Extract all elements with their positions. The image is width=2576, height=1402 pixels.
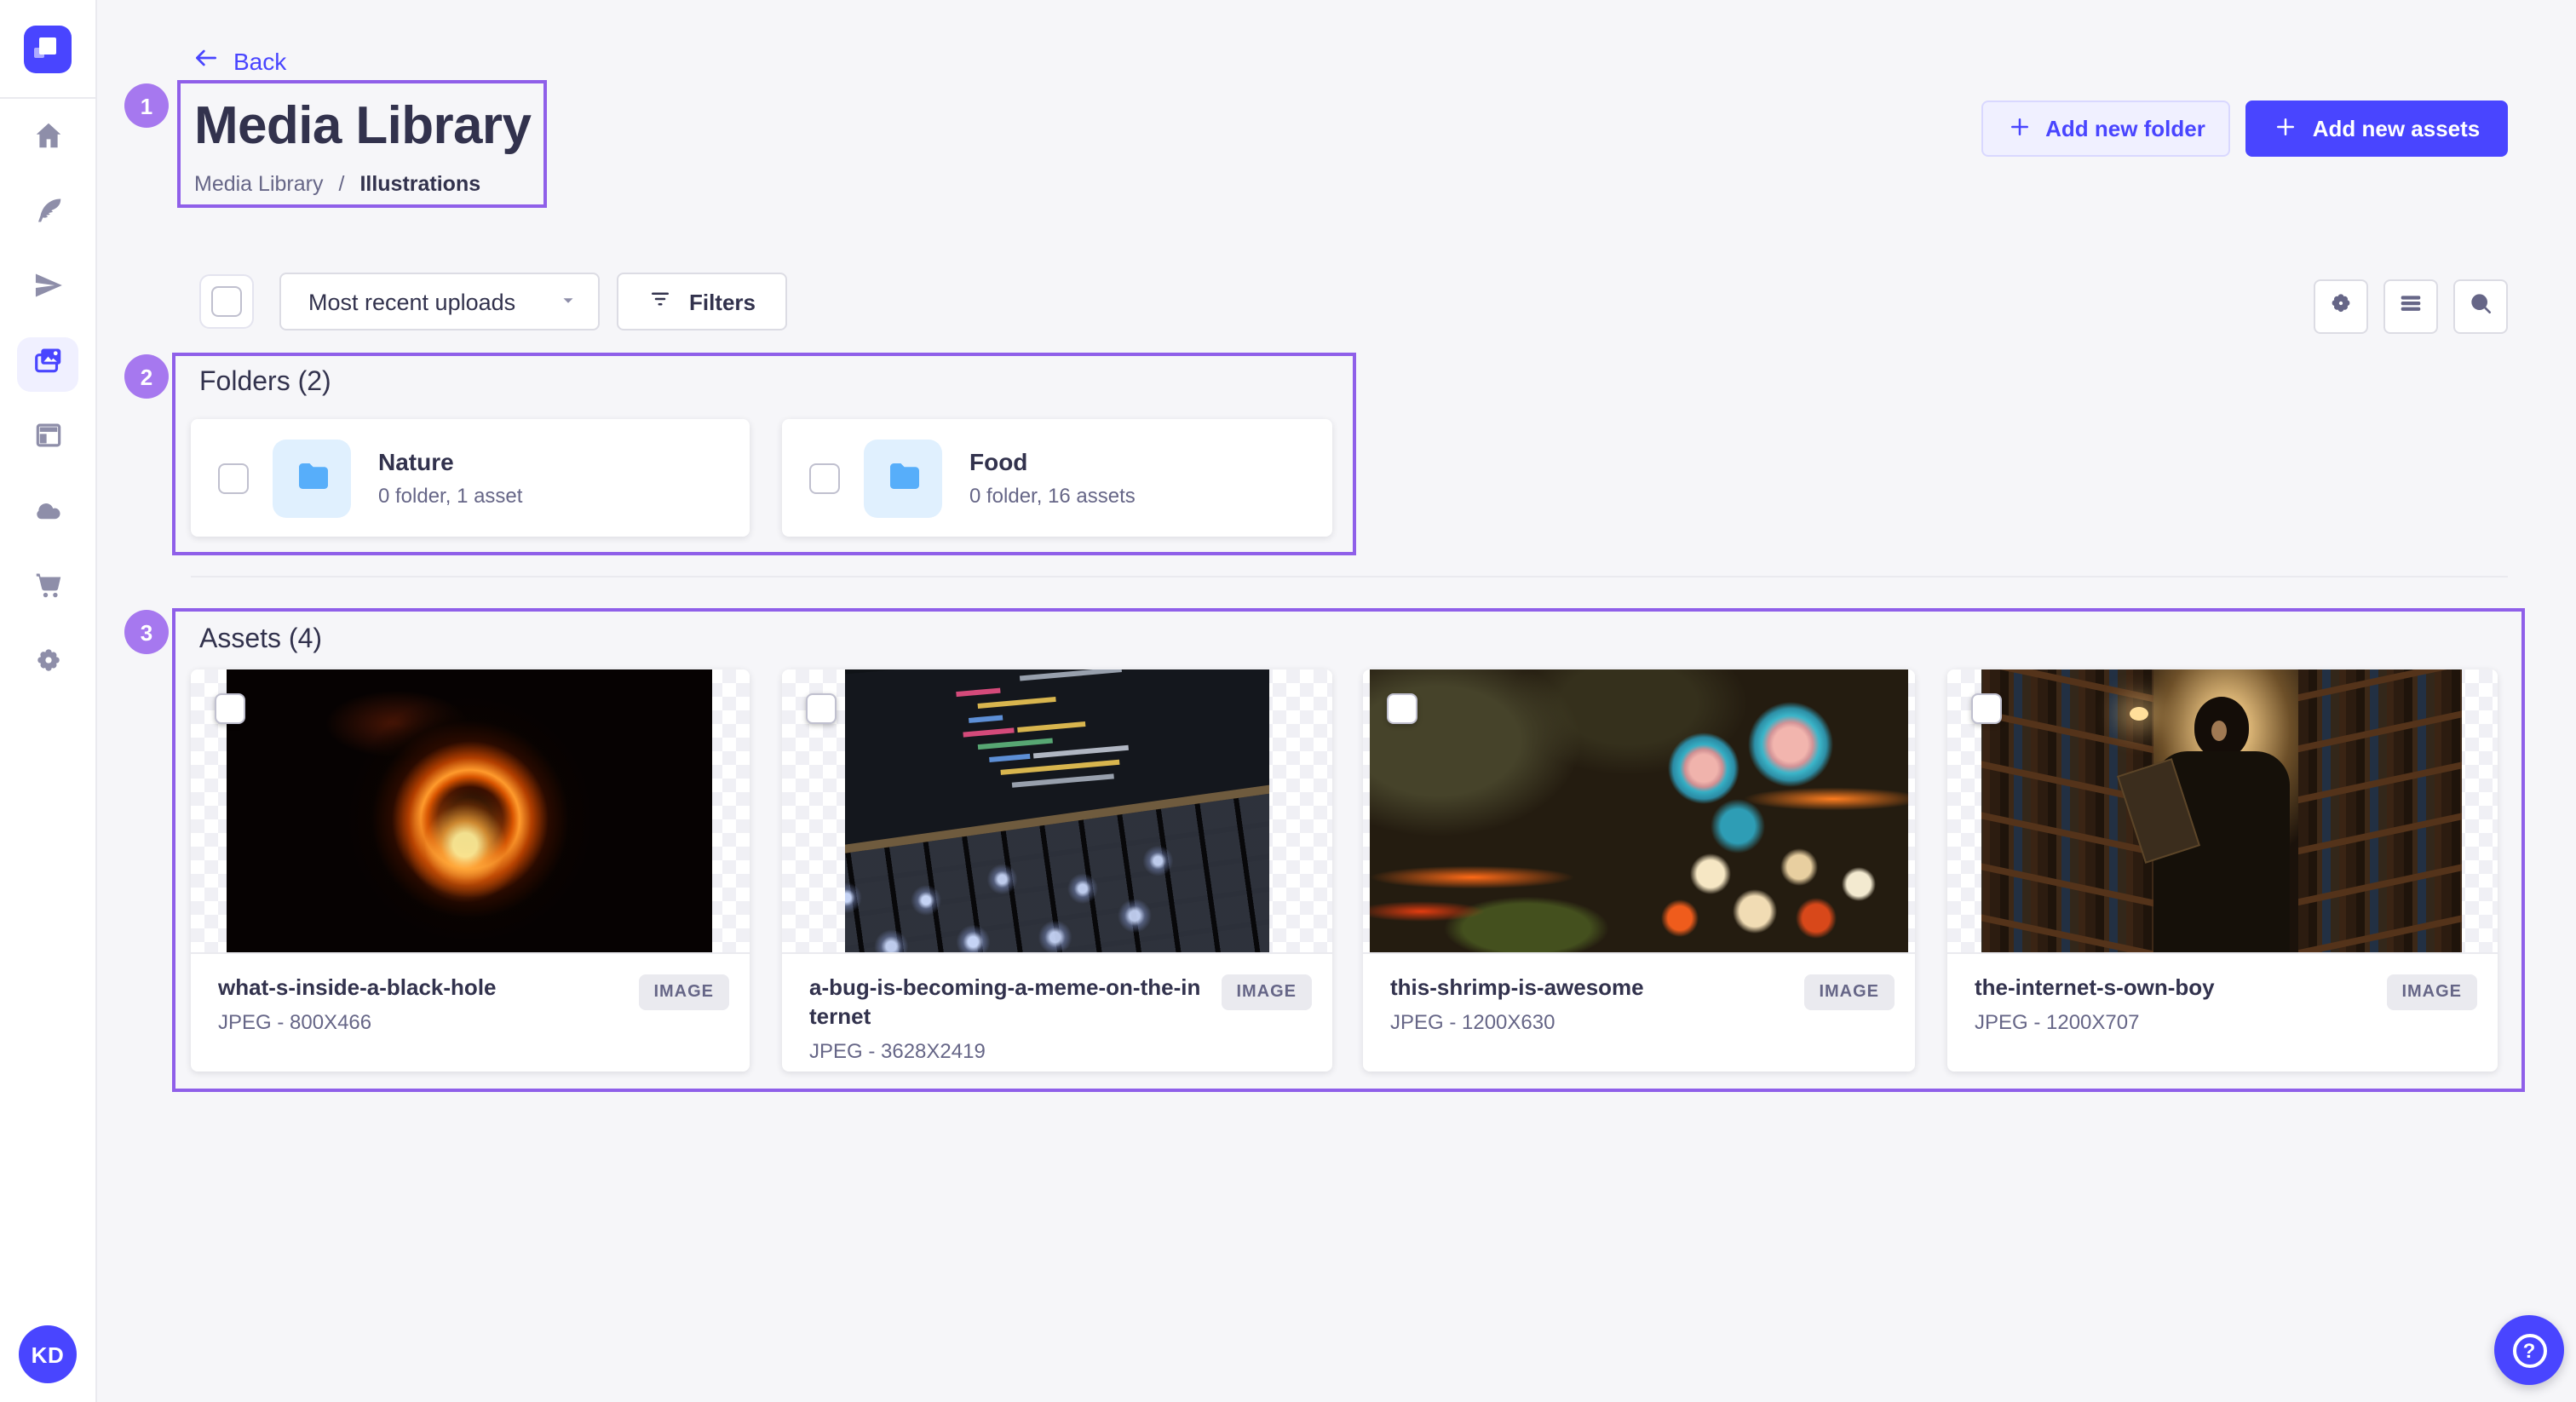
sidebar-item-releases[interactable] [17, 262, 78, 317]
question-mark-icon: ? [2512, 1333, 2546, 1367]
settings-icon [2327, 289, 2355, 325]
home-icon [32, 119, 64, 160]
cloud-icon [32, 494, 64, 535]
filters-button[interactable]: Filters [617, 273, 787, 330]
annotation-circle-1: 1 [124, 83, 169, 128]
asset-type-badge: IMAGE [1803, 974, 1895, 1010]
asset-type-badge: IMAGE [1221, 974, 1312, 1010]
select-all-container [199, 274, 254, 329]
asset-card-shrimp[interactable]: this-shrimp-is-awesome JPEG - 1200X630 I… [1363, 669, 1915, 1072]
chevron-down-icon [559, 289, 578, 314]
folder-tile [273, 439, 351, 517]
asset-card-black-hole[interactable]: what-s-inside-a-black-hole JPEG - 800X46… [191, 669, 750, 1072]
sidebar-item-content-manager[interactable] [17, 412, 78, 467]
asset-checkbox[interactable] [806, 693, 837, 724]
sort-dropdown[interactable]: Most recent uploads [279, 273, 600, 330]
add-new-folder-label: Add new folder [2045, 116, 2205, 141]
sidebar-item-cloud[interactable] [17, 487, 78, 542]
folder-checkbox[interactable] [809, 463, 840, 493]
asset-type-badge: IMAGE [2386, 974, 2477, 1010]
back-arrow-icon [193, 44, 220, 77]
sidebar-item-media-library[interactable] [17, 337, 78, 392]
list-view-icon [2397, 289, 2424, 325]
folder-card-nature[interactable]: Nature 0 folder, 1 asset [191, 419, 750, 537]
help-button[interactable]: ? [2494, 1315, 2564, 1385]
view-settings-button[interactable] [2314, 279, 2368, 334]
back-link[interactable]: Back [193, 44, 286, 77]
cart-icon [32, 569, 64, 610]
sidebar-nav [0, 112, 95, 712]
black-hole-image [227, 669, 712, 952]
asset-checkbox[interactable] [1387, 693, 1417, 724]
laptop-code-image [845, 669, 1269, 952]
search-button[interactable] [2453, 279, 2508, 334]
select-all-checkbox[interactable] [211, 286, 242, 317]
asset-thumbnail [191, 669, 750, 954]
folder-name[interactable]: Nature [378, 448, 522, 475]
user-avatar[interactable]: KD [19, 1325, 77, 1383]
filter-icon [648, 286, 674, 317]
search-icon [2467, 289, 2494, 325]
sidebar-item-content[interactable] [17, 187, 78, 242]
asset-checkbox[interactable] [1971, 693, 2002, 724]
library-man-image [1981, 669, 2462, 952]
folder-checkbox[interactable] [218, 463, 249, 493]
asset-thumbnail [1947, 669, 2498, 954]
sidebar: KD [0, 0, 97, 1402]
asset-name: this-shrimp-is-awesome [1390, 974, 1782, 1003]
annotation-circle-2: 2 [124, 354, 169, 399]
paper-plane-icon [32, 269, 64, 310]
layout-icon [32, 419, 64, 460]
folder-card-food[interactable]: Food 0 folder, 16 assets [782, 419, 1332, 537]
media-library-page: KD Back Media Library Media Library / Il… [0, 0, 2576, 1402]
annotation-circle-3: 3 [124, 610, 169, 654]
asset-meta: JPEG - 1200X630 [1390, 1010, 1888, 1034]
mantis-shrimp-image [1370, 669, 1908, 952]
asset-meta: JPEG - 1200X707 [1975, 1010, 2470, 1034]
back-label: Back [233, 47, 286, 74]
plus-icon [2274, 113, 2299, 144]
page-title: Media Library [194, 95, 531, 157]
asset-thumbnail [782, 669, 1332, 954]
assets-heading: Assets (4) [199, 625, 322, 656]
asset-thumbnail [1363, 669, 1915, 954]
asset-name: what-s-inside-a-black-hole [218, 974, 610, 1003]
add-new-assets-label: Add new assets [2313, 116, 2481, 141]
breadcrumb-separator: / [338, 172, 344, 196]
folder-meta: 0 folder, 1 asset [378, 484, 522, 508]
strapi-logo[interactable] [24, 25, 72, 72]
asset-type-badge: IMAGE [638, 974, 729, 1010]
breadcrumb: Media Library / Illustrations [194, 172, 480, 196]
asset-card-library-man[interactable]: the-internet-s-own-boy JPEG - 1200X707 I… [1947, 669, 2498, 1072]
media-library-icon [32, 344, 64, 385]
breadcrumb-parent[interactable]: Media Library [194, 172, 323, 196]
asset-meta: JPEG - 3628X2419 [809, 1039, 1305, 1063]
sort-value: Most recent uploads [308, 289, 515, 314]
gear-icon [32, 644, 64, 685]
asset-name: a-bug-is-becoming-a-meme-on-the-internet [809, 974, 1201, 1032]
quill-icon [32, 194, 64, 235]
add-new-assets-button[interactable]: Add new assets [2245, 101, 2508, 157]
filters-label: Filters [689, 289, 756, 314]
plus-icon [2006, 113, 2032, 144]
breadcrumb-current: Illustrations [359, 172, 480, 196]
section-divider [191, 576, 2508, 577]
folder-icon [291, 453, 332, 503]
folder-tile [864, 439, 942, 517]
folder-name[interactable]: Food [969, 448, 1136, 475]
sidebar-item-settings[interactable] [17, 637, 78, 692]
sidebar-item-home[interactable] [17, 112, 78, 167]
folders-heading: Folders (2) [199, 368, 331, 399]
asset-checkbox[interactable] [215, 693, 245, 724]
add-new-folder-button[interactable]: Add new folder [1981, 101, 2230, 157]
asset-meta: JPEG - 800X466 [218, 1010, 722, 1034]
list-view-button[interactable] [2383, 279, 2438, 334]
sidebar-item-marketplace[interactable] [17, 562, 78, 617]
sidebar-logo-area [0, 0, 95, 99]
asset-name: the-internet-s-own-boy [1975, 974, 2366, 1003]
asset-card-laptop-code[interactable]: a-bug-is-becoming-a-meme-on-the-internet… [782, 669, 1332, 1072]
folder-icon [883, 453, 923, 503]
folder-meta: 0 folder, 16 assets [969, 484, 1136, 508]
